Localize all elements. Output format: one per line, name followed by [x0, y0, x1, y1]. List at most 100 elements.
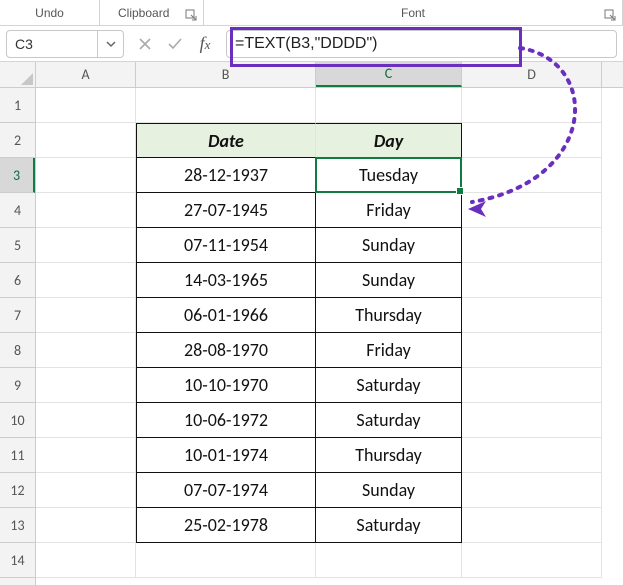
row-header-14[interactable]: 14	[0, 543, 35, 578]
cell-D8[interactable]	[462, 333, 602, 368]
cell-B14[interactable]	[136, 543, 316, 578]
cell-A13[interactable]	[36, 508, 136, 543]
row-header-12[interactable]: 12	[0, 473, 35, 508]
cell-A14[interactable]	[36, 543, 136, 578]
row-header-9[interactable]: 9	[0, 368, 35, 403]
cell-D12[interactable]	[462, 473, 602, 508]
cell-C7[interactable]: Thursday	[316, 298, 462, 333]
cell-A4[interactable]	[36, 193, 136, 228]
cell-C10[interactable]: Saturday	[316, 403, 462, 438]
grid-row: 07-11-1954Sunday	[36, 228, 623, 263]
fx-icon: fx	[200, 33, 211, 54]
cell-D9[interactable]	[462, 368, 602, 403]
grid-row: 06-01-1966Thursday	[36, 298, 623, 333]
cell-D7[interactable]	[462, 298, 602, 333]
cell-A5[interactable]	[36, 228, 136, 263]
grid-row: DateDay	[36, 123, 623, 158]
cell-D11[interactable]	[462, 438, 602, 473]
grid-row	[36, 543, 623, 578]
cell-C3[interactable]: Tuesday	[316, 158, 462, 193]
grid-row	[36, 88, 623, 123]
cell-A11[interactable]	[36, 438, 136, 473]
cell-C9[interactable]: Saturday	[316, 368, 462, 403]
cell-C5[interactable]: Sunday	[316, 228, 462, 263]
name-box-input[interactable]	[6, 30, 98, 58]
row-header-2[interactable]: 2	[0, 123, 35, 158]
cell-B11[interactable]: 10-01-1974	[136, 438, 316, 473]
cell-D4[interactable]	[462, 193, 602, 228]
cell-B9[interactable]: 10-10-1970	[136, 368, 316, 403]
grid-row: 10-06-1972Saturday	[36, 403, 623, 438]
grid-row: 28-12-1937Tuesday	[36, 158, 623, 193]
formula-input[interactable]	[226, 30, 617, 58]
cell-B6[interactable]: 14-03-1965	[136, 263, 316, 298]
cell-D1[interactable]	[462, 88, 602, 123]
grid-row: 28-08-1970Friday	[36, 333, 623, 368]
cell-C12[interactable]: Sunday	[316, 473, 462, 508]
cell-C2[interactable]: Day	[316, 123, 462, 158]
cell-B12[interactable]: 07-07-1974	[136, 473, 316, 508]
cell-A12[interactable]	[36, 473, 136, 508]
name-box-dropdown[interactable]	[98, 30, 124, 58]
row-header-10[interactable]: 10	[0, 403, 35, 438]
col-header-d[interactable]: D	[462, 62, 602, 87]
ribbon-label-undo: Undo	[35, 6, 64, 20]
cell-A8[interactable]	[36, 333, 136, 368]
ribbon-group-clipboard: Clipboard	[100, 0, 204, 25]
cells-area[interactable]: DateDay28-12-1937Tuesday27-07-1945Friday…	[36, 88, 623, 585]
cell-B4[interactable]: 27-07-1945	[136, 193, 316, 228]
cell-C4[interactable]: Friday	[316, 193, 462, 228]
insert-function-button[interactable]: fx	[190, 30, 220, 58]
cell-D3[interactable]	[462, 158, 602, 193]
cell-B13[interactable]: 25-02-1978	[136, 508, 316, 543]
clipboard-launcher-icon[interactable]	[185, 9, 199, 23]
row-header-7[interactable]: 7	[0, 298, 35, 333]
row-header-5[interactable]: 5	[0, 228, 35, 263]
cell-C6[interactable]: Sunday	[316, 263, 462, 298]
cell-B2[interactable]: Date	[136, 123, 316, 158]
cell-C13[interactable]: Saturday	[316, 508, 462, 543]
cell-B10[interactable]: 10-06-1972	[136, 403, 316, 438]
cell-C11[interactable]: Thursday	[316, 438, 462, 473]
cell-B8[interactable]: 28-08-1970	[136, 333, 316, 368]
cell-B7[interactable]: 06-01-1966	[136, 298, 316, 333]
row-header-13[interactable]: 13	[0, 508, 35, 543]
enter-button[interactable]	[160, 30, 190, 58]
cell-A7[interactable]	[36, 298, 136, 333]
formula-bar-row: fx	[0, 26, 623, 62]
row-header-6[interactable]: 6	[0, 263, 35, 298]
cell-C1[interactable]	[316, 88, 462, 123]
cell-B1[interactable]	[136, 88, 316, 123]
cell-B5[interactable]: 07-11-1954	[136, 228, 316, 263]
row-header-4[interactable]: 4	[0, 193, 35, 228]
cell-D13[interactable]	[462, 508, 602, 543]
select-all-corner[interactable]	[0, 62, 36, 88]
grid-row: 27-07-1945Friday	[36, 193, 623, 228]
cell-D5[interactable]	[462, 228, 602, 263]
col-header-a[interactable]: A	[36, 62, 136, 87]
cell-D6[interactable]	[462, 263, 602, 298]
col-header-c[interactable]: C	[316, 62, 462, 87]
row-header-8[interactable]: 8	[0, 333, 35, 368]
cell-B3[interactable]: 28-12-1937	[136, 158, 316, 193]
cell-D10[interactable]	[462, 403, 602, 438]
cell-C8[interactable]: Friday	[316, 333, 462, 368]
cancel-button[interactable]	[130, 30, 160, 58]
font-launcher-icon[interactable]	[604, 9, 618, 23]
row-header-1[interactable]: 1	[0, 88, 35, 123]
grid-row: 25-02-1978Saturday	[36, 508, 623, 543]
cell-A3[interactable]	[36, 158, 136, 193]
cell-A10[interactable]	[36, 403, 136, 438]
row-header-11[interactable]: 11	[0, 438, 35, 473]
cell-A9[interactable]	[36, 368, 136, 403]
cell-A6[interactable]	[36, 263, 136, 298]
row-header-3[interactable]: 3	[0, 158, 35, 193]
grid-row: 10-01-1974Thursday	[36, 438, 623, 473]
cell-D2[interactable]	[462, 123, 602, 158]
cell-A1[interactable]	[36, 88, 136, 123]
chevron-down-icon	[105, 38, 117, 50]
cell-D14[interactable]	[462, 543, 602, 578]
cell-A2[interactable]	[36, 123, 136, 158]
cell-C14[interactable]	[316, 543, 462, 578]
col-header-b[interactable]: B	[136, 62, 316, 87]
